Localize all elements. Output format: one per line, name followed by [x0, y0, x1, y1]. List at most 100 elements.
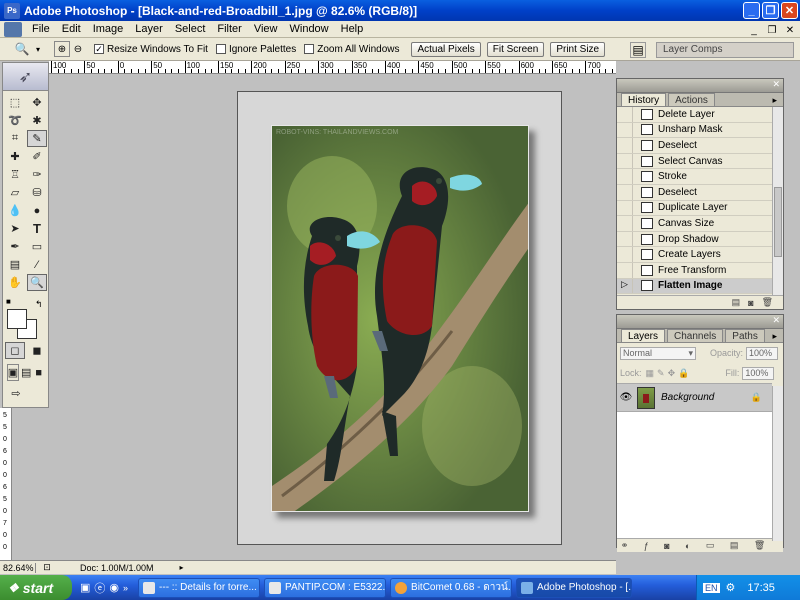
history-brush-source-box[interactable]: ▷	[617, 278, 633, 294]
fit-screen-button[interactable]: Fit Screen	[486, 41, 545, 57]
history-item[interactable]: Free Transform	[617, 262, 772, 279]
history-brush-source-box[interactable]	[617, 107, 633, 122]
brush-tool-icon[interactable]: ✐	[27, 148, 47, 165]
doc-restore-icon[interactable]: ❐	[764, 22, 780, 38]
history-item[interactable]: Stroke	[617, 169, 772, 185]
history-item[interactable]: Unsharp Mask	[617, 122, 772, 139]
default-colors-icon[interactable]: ■	[6, 297, 11, 306]
tab-layers[interactable]: Layers	[621, 329, 666, 342]
blur-tool-icon[interactable]: 💧	[5, 202, 25, 219]
palette-menu-icon[interactable]: ▸	[772, 331, 777, 342]
history-item[interactable]: Canvas Size	[617, 216, 772, 232]
lock-transparent-icon[interactable]: ▦	[646, 368, 655, 379]
history-brush-source-box[interactable]	[617, 169, 633, 184]
palette-menu-icon[interactable]: ▸	[772, 95, 777, 106]
history-brush-source-box[interactable]	[617, 153, 633, 169]
healing-brush-tool-icon[interactable]: ✚	[5, 148, 25, 165]
fill-field[interactable]: 100%	[742, 366, 775, 380]
show-desktop-icon[interactable]: ▣	[80, 581, 90, 594]
start-button[interactable]: ❖ start	[0, 575, 72, 600]
restore-button[interactable]: ❐	[762, 2, 779, 19]
zoom-out-icon[interactable]: ⊖	[70, 41, 86, 57]
minimize-button[interactable]: _	[743, 2, 760, 19]
history-brush-source-box[interactable]	[617, 247, 633, 262]
tool-preset-dropdown-icon[interactable]: ▾	[30, 41, 46, 57]
delete-state-icon[interactable]: 🗑	[762, 297, 773, 308]
history-item[interactable]: Delete Layer	[617, 107, 772, 123]
paint-bucket-tool-icon[interactable]: ⛁	[27, 184, 47, 201]
quick-mask-mode-icon[interactable]: ◼	[27, 342, 47, 359]
shape-tool-icon[interactable]: ▭	[27, 238, 47, 255]
feather-logo-icon[interactable]: ➶	[3, 63, 48, 91]
pen-tool-icon[interactable]: ✒	[5, 238, 25, 255]
hand-tool-icon[interactable]: ✋	[5, 274, 25, 291]
new-group-icon[interactable]: ▭	[706, 540, 715, 551]
history-item[interactable]: Select Canvas	[617, 153, 772, 170]
print-size-button[interactable]: Print Size	[550, 41, 606, 57]
tab-actions[interactable]: Actions	[668, 93, 715, 106]
menu-select[interactable]: Select	[169, 23, 212, 35]
file-browser-icon[interactable]: ▤	[630, 42, 646, 58]
menu-image[interactable]: Image	[87, 23, 130, 35]
zoom-in-icon[interactable]: ⊕	[54, 41, 70, 57]
tab-history[interactable]: History	[621, 93, 667, 106]
standard-mode-icon[interactable]: ◻	[5, 342, 25, 359]
move-tool-icon[interactable]: ✥	[27, 94, 47, 111]
close-button[interactable]: ✕	[781, 2, 798, 19]
status-info-icon[interactable]: ⊡	[36, 562, 58, 573]
menu-edit[interactable]: Edit	[56, 23, 87, 35]
layers-scrollbar[interactable]	[772, 386, 783, 541]
actual-pixels-button[interactable]: Actual Pixels	[411, 41, 481, 57]
ignore-palettes-checkbox[interactable]: Ignore Palettes	[215, 44, 296, 55]
zoom-level[interactable]: 82.64%	[0, 562, 36, 573]
zoom-tool-icon[interactable]: 🔍	[14, 41, 30, 57]
history-item[interactable]: Deselect	[617, 184, 772, 201]
media-icon[interactable]: ◉	[109, 581, 119, 594]
foreground-color-swatch[interactable]	[7, 309, 27, 329]
path-selection-tool-icon[interactable]: ➤	[5, 220, 25, 237]
blend-mode-select[interactable]: Normal ▾	[620, 346, 696, 360]
new-snapshot-icon[interactable]: ◙	[748, 298, 753, 308]
new-layer-icon[interactable]: ▤	[730, 540, 739, 551]
eraser-tool-icon[interactable]: ▱	[5, 184, 25, 201]
document-menu-icon[interactable]	[4, 21, 22, 37]
history-item[interactable]: Deselect	[617, 138, 772, 154]
slice-tool-icon[interactable]: ✎	[27, 130, 47, 147]
history-brush-source-box[interactable]	[617, 262, 633, 278]
history-scrollbar[interactable]	[772, 107, 783, 295]
menu-file[interactable]: File	[26, 23, 56, 35]
history-brush-source-box[interactable]	[617, 231, 633, 247]
history-brush-source-box[interactable]	[617, 216, 633, 231]
history-item[interactable]: ▷ Flatten Image	[617, 278, 772, 295]
menu-view[interactable]: View	[248, 23, 284, 35]
lock-image-icon[interactable]: ✎	[657, 368, 665, 379]
history-palette-titlebar[interactable]: ✕	[617, 79, 783, 93]
lock-all-icon[interactable]: 🔒	[678, 368, 689, 379]
link-layers-icon[interactable]: ⚭	[621, 540, 629, 551]
menu-help[interactable]: Help	[335, 23, 370, 35]
lock-position-icon[interactable]: ✥	[668, 368, 676, 379]
ie-icon[interactable]: ⓔ	[94, 580, 105, 596]
history-item[interactable]: Duplicate Layer	[617, 200, 772, 217]
full-screen-mode-icon[interactable]: ■	[34, 364, 45, 381]
status-menu-icon[interactable]: ▸	[180, 563, 184, 572]
type-tool-icon[interactable]: T	[27, 220, 47, 237]
history-item[interactable]: Create Layers	[617, 247, 772, 263]
opacity-field[interactable]: 100%	[746, 346, 779, 360]
layers-palette-titlebar[interactable]: ✕	[617, 315, 783, 329]
task-photoshop[interactable]: Adobe Photoshop - [...	[516, 577, 633, 598]
palette-close-icon[interactable]: ✕	[772, 315, 780, 326]
quicklaunch-more-icon[interactable]: »	[123, 583, 128, 593]
tab-channels[interactable]: Channels	[667, 329, 724, 342]
tray-app-icon[interactable]: ⚙	[726, 581, 736, 594]
task-bitcomet[interactable]: BitComet 0.68 - ดาวน์...	[390, 577, 513, 598]
zoom-all-windows-checkbox[interactable]: Zoom All Windows	[304, 44, 399, 55]
full-screen-menu-mode-icon[interactable]: ▤	[21, 364, 32, 381]
menu-window[interactable]: Window	[284, 23, 335, 35]
menu-filter[interactable]: Filter	[211, 23, 247, 35]
history-brush-source-box[interactable]	[617, 200, 633, 216]
doc-minimize-icon[interactable]: _	[746, 22, 762, 38]
bird-photo[interactable]: ROBOT-VINS: THAILANDVIEWS.COM	[271, 125, 529, 512]
dodge-tool-icon[interactable]: ●	[27, 202, 47, 219]
jump-to-imageready-icon[interactable]: ⇨	[7, 385, 25, 402]
